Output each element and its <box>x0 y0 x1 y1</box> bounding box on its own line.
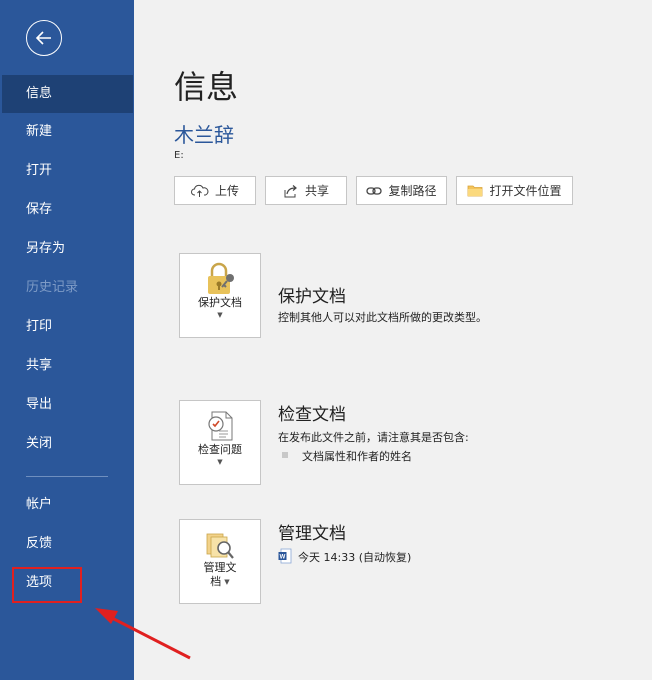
annotation-arrow <box>95 608 191 660</box>
